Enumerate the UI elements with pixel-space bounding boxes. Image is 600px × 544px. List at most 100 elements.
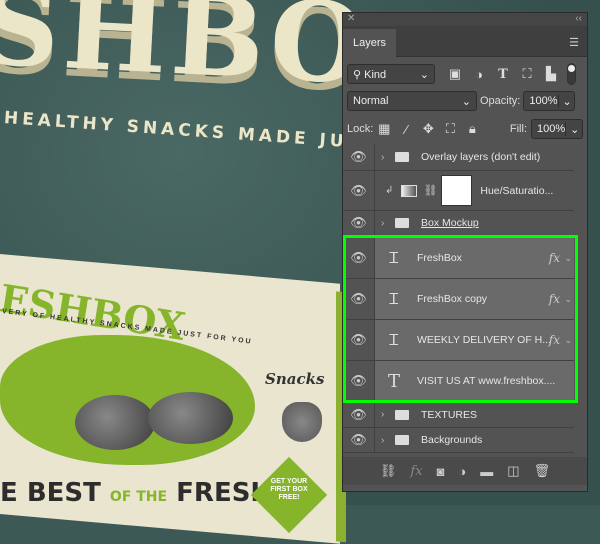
hamburger-icon[interactable]: ☰ <box>569 36 579 49</box>
chevron-down-icon[interactable]: ⌄ <box>564 253 572 264</box>
layer-row[interactable]: 👁︎ T VISIT US AT www.freshbox.... <box>343 361 574 402</box>
warped-text-icon: Ꮖ <box>389 249 399 267</box>
fx-icon[interactable]: fx <box>549 251 560 265</box>
move-icon[interactable]: ✥ <box>417 121 439 137</box>
fx-icon[interactable]: fx <box>549 333 560 347</box>
slogan-part: E BEST <box>0 478 101 508</box>
adjustment-icon <box>401 184 418 197</box>
adjustment-layer-icon[interactable]: ◑ <box>458 464 466 479</box>
chevron-down-icon[interactable]: ⌄ <box>565 122 579 136</box>
layer-row[interactable]: 👁︎ Ꮖ FreshBox fx ⌄ <box>343 238 574 279</box>
chevron-down-icon: ⌄ <box>419 68 429 81</box>
fx-icon[interactable]: fx <box>410 464 422 479</box>
brush-icon[interactable]: ⁄ <box>395 122 417 137</box>
eye-icon[interactable]: 👁︎ <box>343 144 375 170</box>
layer-name: Backgrounds <box>421 434 483 446</box>
chevron-right-icon[interactable]: › <box>381 152 391 163</box>
filter-label: Kind <box>364 68 387 81</box>
folder-icon <box>395 218 409 228</box>
slogan-part: OF THE <box>109 489 168 505</box>
fruit-illustration <box>148 392 233 444</box>
eye-icon[interactable]: 👁︎ <box>343 279 375 319</box>
filter-row: ⚲ Kind ⌄ ▣ ◑ T ⛶ ▙ <box>343 63 587 85</box>
layer-name: VISIT US AT www.freshbox.... <box>417 375 556 387</box>
fx-icon[interactable]: fx <box>549 292 560 306</box>
search-icon: ⚲ <box>353 68 362 81</box>
layers-panel: ✕ ‹‹ Layers ☰ ⚲ Kind ⌄ ▣ ◑ T ⛶ ▙ Normal ⌄ … <box>342 12 588 492</box>
blend-mode-value: Normal <box>353 95 389 107</box>
fill-value: 100% <box>537 123 566 135</box>
shape-filter-icon[interactable]: ⛶ <box>515 66 539 82</box>
layer-list: 👁︎ › Overlay layers (don't edit) 👁︎ ↲ ⛓ Hue… <box>343 144 574 454</box>
smart-object-filter-icon[interactable]: ▙ <box>539 66 563 82</box>
fruit-illustration <box>75 395 155 450</box>
tab-layers[interactable]: Layers <box>343 29 396 57</box>
eye-icon[interactable]: 👁︎ <box>343 211 375 235</box>
image-filter-icon[interactable]: ▣ <box>443 66 467 82</box>
filter-kind-select[interactable]: ⚲ Kind ⌄ <box>347 64 435 84</box>
eye-icon[interactable]: 👁︎ <box>343 320 375 360</box>
adjustment-filter-icon[interactable]: ◑ <box>467 67 491 82</box>
eye-icon[interactable]: 👁︎ <box>343 171 375 210</box>
folder-icon <box>395 409 409 420</box>
layer-name: Box Mockup <box>421 217 479 229</box>
chevron-right-icon[interactable]: › <box>381 435 391 446</box>
eye-icon[interactable]: 👁︎ <box>343 428 375 452</box>
chevron-right-icon[interactable]: › <box>381 409 391 420</box>
chevron-down-icon[interactable]: ⌄ <box>564 294 572 305</box>
layer-name: TEXTURES <box>421 408 478 421</box>
opacity-value: 100% <box>529 95 558 107</box>
chevron-down-icon: ⌄ <box>461 95 471 108</box>
chevron-right-icon[interactable]: › <box>381 218 391 229</box>
layer-row[interactable]: 👁︎ › TEXTURES <box>343 402 574 428</box>
layer-name: FreshBox copy <box>417 293 488 305</box>
folder-icon <box>395 152 409 162</box>
lock-icon[interactable]: 🔒︎ <box>461 121 483 137</box>
blend-mode-select[interactable]: Normal ⌄ <box>347 91 477 111</box>
new-layer-icon[interactable]: ◫ <box>507 463 519 479</box>
lock-transparent-pixels-icon[interactable]: ▦ <box>373 121 395 137</box>
lock-row: Lock: ▦ ⁄ ✥ ⛶ 🔒︎ Fill: 100% ⌄ <box>343 119 587 139</box>
blend-row: Normal ⌄ Opacity: 100% ⌄ <box>343 91 587 111</box>
add-mask-icon[interactable]: ◙ <box>437 464 445 479</box>
panel-titlebar: ✕ ‹‹ <box>343 13 587 26</box>
layer-row[interactable]: 👁︎ › Backgrounds <box>343 428 574 453</box>
clipping-arrow-icon: ↲ <box>385 185 394 196</box>
trash-icon[interactable]: 🗑︎ <box>534 463 551 479</box>
layer-row[interactable]: 👁︎ › Box Mockup <box>343 211 574 236</box>
promo-text: GET YOUR FIRST BOX FREE! <box>270 478 308 501</box>
link-icon[interactable]: ⛓ <box>423 184 437 197</box>
layer-row[interactable]: 👁︎ Ꮖ WEEKLY DELIVERY OF H... fx ⌄ <box>343 320 574 361</box>
chevron-down-icon[interactable]: ⌄ <box>557 94 572 108</box>
warped-text-icon: Ꮖ <box>389 331 399 349</box>
folder-icon <box>395 435 409 445</box>
opacity-label: Opacity: <box>480 95 521 107</box>
layer-name: FreshBox <box>417 252 462 264</box>
layer-row[interactable]: 👁︎ ↲ ⛓ Hue/Saturatio... <box>343 171 574 211</box>
layer-row[interactable]: 👁︎ Ꮖ FreshBox copy fx ⌄ <box>343 279 574 320</box>
new-group-icon[interactable]: ▬ <box>480 464 493 479</box>
chevron-down-icon[interactable]: ⌄ <box>564 335 572 346</box>
snacks-label: Snacks <box>265 370 325 388</box>
fill-input[interactable]: 100% ⌄ <box>531 119 583 139</box>
box-slogan: E BEST OF THE FRESH <box>0 478 272 508</box>
layer-mask-thumbnail[interactable] <box>441 175 473 206</box>
layer-row[interactable]: 👁︎ › Overlay layers (don't edit) <box>343 144 574 171</box>
type-filter-icon[interactable]: T <box>491 67 515 82</box>
lock-label: Lock: <box>347 123 374 135</box>
artboard-icon[interactable]: ⛶ <box>439 121 461 137</box>
warped-text-icon: Ꮖ <box>389 290 399 308</box>
opacity-input[interactable]: 100% ⌄ <box>523 91 576 111</box>
close-button[interactable]: ✕ <box>347 13 355 24</box>
eye-icon[interactable]: 👁︎ <box>343 238 375 278</box>
filter-toggle[interactable] <box>567 63 576 85</box>
collapse-button[interactable]: ‹‹ <box>575 13 582 24</box>
link-layers-icon[interactable]: ⛓ <box>380 463 397 479</box>
tab-bar: Layers ☰ <box>343 26 587 57</box>
eye-icon[interactable]: 👁︎ <box>343 361 375 401</box>
layer-name: Hue/Saturatio... <box>480 184 554 197</box>
layer-name: WEEKLY DELIVERY OF H... <box>417 334 552 346</box>
artwork-headline: SHBO <box>0 0 374 110</box>
layer-name: Overlay layers (don't edit) <box>421 151 541 163</box>
eye-icon[interactable]: 👁︎ <box>343 402 375 427</box>
